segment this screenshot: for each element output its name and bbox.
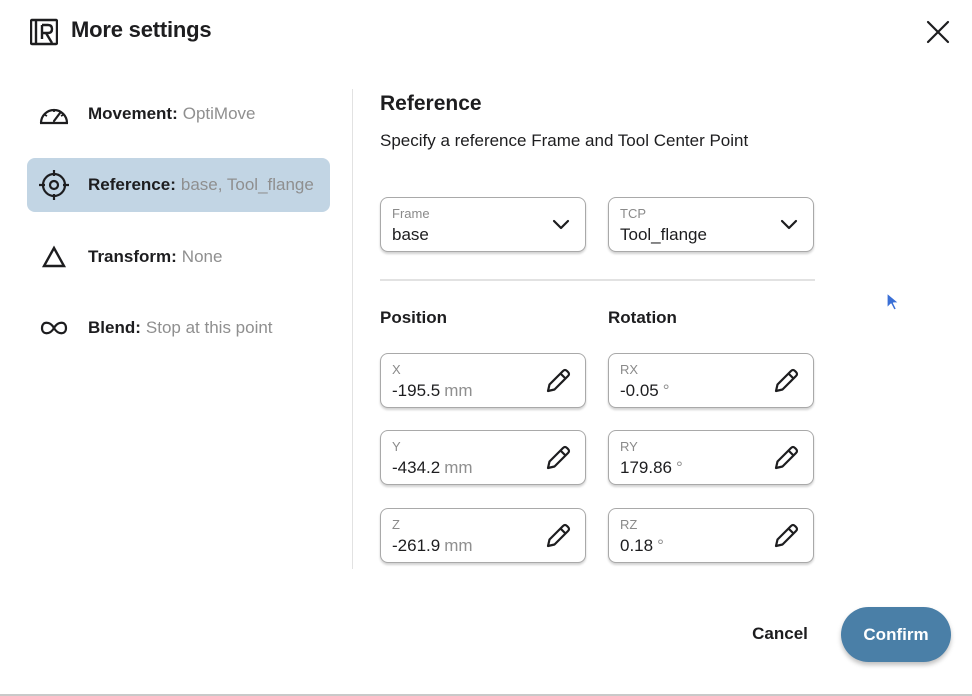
- cancel-button[interactable]: Cancel: [738, 614, 822, 654]
- field-unit: °: [662, 381, 670, 400]
- infinity-icon: [38, 313, 70, 343]
- tcp-label: TCP: [620, 206, 646, 221]
- position-x-field[interactable]: X -195.5 mm: [380, 353, 586, 408]
- nav-item-reference[interactable]: Reference: base, Tool_flange: [27, 158, 330, 212]
- field-label: RX: [620, 362, 639, 377]
- field-value: -0.05: [620, 381, 659, 400]
- ur-logo-icon: [30, 18, 58, 46]
- nav-item-key: Reference:: [88, 175, 176, 194]
- nav-item-key: Blend:: [88, 318, 141, 337]
- nav-item-value: Stop at this point: [145, 318, 273, 337]
- rotation-rz-field[interactable]: RZ 0.18 °: [608, 508, 814, 563]
- rotation-ry-field[interactable]: RY 179.86 °: [608, 430, 814, 485]
- field-unit: °: [676, 458, 683, 477]
- field-label: Y: [392, 439, 401, 454]
- nav-item-transform[interactable]: Transform: None: [27, 230, 330, 284]
- mouse-cursor-icon: [886, 292, 900, 311]
- pencil-icon[interactable]: [771, 366, 801, 396]
- position-heading: Position: [380, 308, 448, 327]
- field-value: -261.9: [392, 536, 441, 555]
- chevron-down-icon: [780, 219, 798, 230]
- nav-item-blend[interactable]: Blend: Stop at this point: [27, 301, 330, 355]
- pencil-icon[interactable]: [771, 521, 801, 551]
- field-value: 0.18: [620, 536, 654, 555]
- field-label: X: [392, 362, 401, 377]
- frame-label: Frame: [392, 206, 430, 221]
- section-description: Specify a reference Frame and Tool Cente…: [380, 131, 749, 150]
- field-unit: °: [657, 536, 664, 555]
- nav-item-value: OptiMove: [182, 104, 256, 123]
- field-label: Z: [392, 517, 400, 532]
- rotation-rx-field[interactable]: RX -0.05 °: [608, 353, 814, 408]
- nav-item-value: None: [181, 247, 223, 266]
- speedometer-icon: [38, 99, 70, 129]
- pencil-icon[interactable]: [771, 443, 801, 473]
- field-value: -195.5: [392, 381, 441, 400]
- nav-item-value: base, Tool_flange: [180, 175, 314, 194]
- nav-item-key: Movement:: [88, 104, 178, 123]
- confirm-button[interactable]: Confirm: [841, 607, 951, 662]
- nav-item-key: Transform:: [88, 247, 177, 266]
- vertical-divider: [352, 89, 353, 569]
- horizontal-divider: [380, 279, 815, 281]
- chevron-down-icon: [552, 219, 570, 230]
- field-unit: mm: [444, 536, 473, 555]
- delta-icon: [38, 242, 70, 272]
- section-title: Reference: [380, 92, 482, 115]
- field-unit: mm: [444, 458, 473, 477]
- target-icon: [38, 170, 70, 200]
- field-value: 179.86: [620, 458, 672, 477]
- field-label: RZ: [620, 517, 638, 532]
- position-y-field[interactable]: Y -434.2 mm: [380, 430, 586, 485]
- rotation-heading: Rotation: [608, 308, 677, 327]
- tcp-select[interactable]: TCP Tool_flange: [608, 197, 814, 252]
- position-z-field[interactable]: Z -261.9 mm: [380, 508, 586, 563]
- field-unit: mm: [444, 381, 473, 400]
- close-icon[interactable]: [922, 16, 954, 48]
- frame-select[interactable]: Frame base: [380, 197, 586, 252]
- pencil-icon[interactable]: [543, 443, 573, 473]
- field-label: RY: [620, 439, 638, 454]
- pencil-icon[interactable]: [543, 366, 573, 396]
- dialog-title: More settings: [71, 17, 212, 42]
- field-value: -434.2: [392, 458, 441, 477]
- more-settings-dialog: More settings Movement: OptiMove Referen…: [0, 0, 972, 696]
- nav-item-movement[interactable]: Movement: OptiMove: [27, 87, 330, 141]
- frame-value: base: [392, 225, 429, 244]
- pencil-icon[interactable]: [543, 521, 573, 551]
- tcp-value: Tool_flange: [620, 225, 707, 244]
